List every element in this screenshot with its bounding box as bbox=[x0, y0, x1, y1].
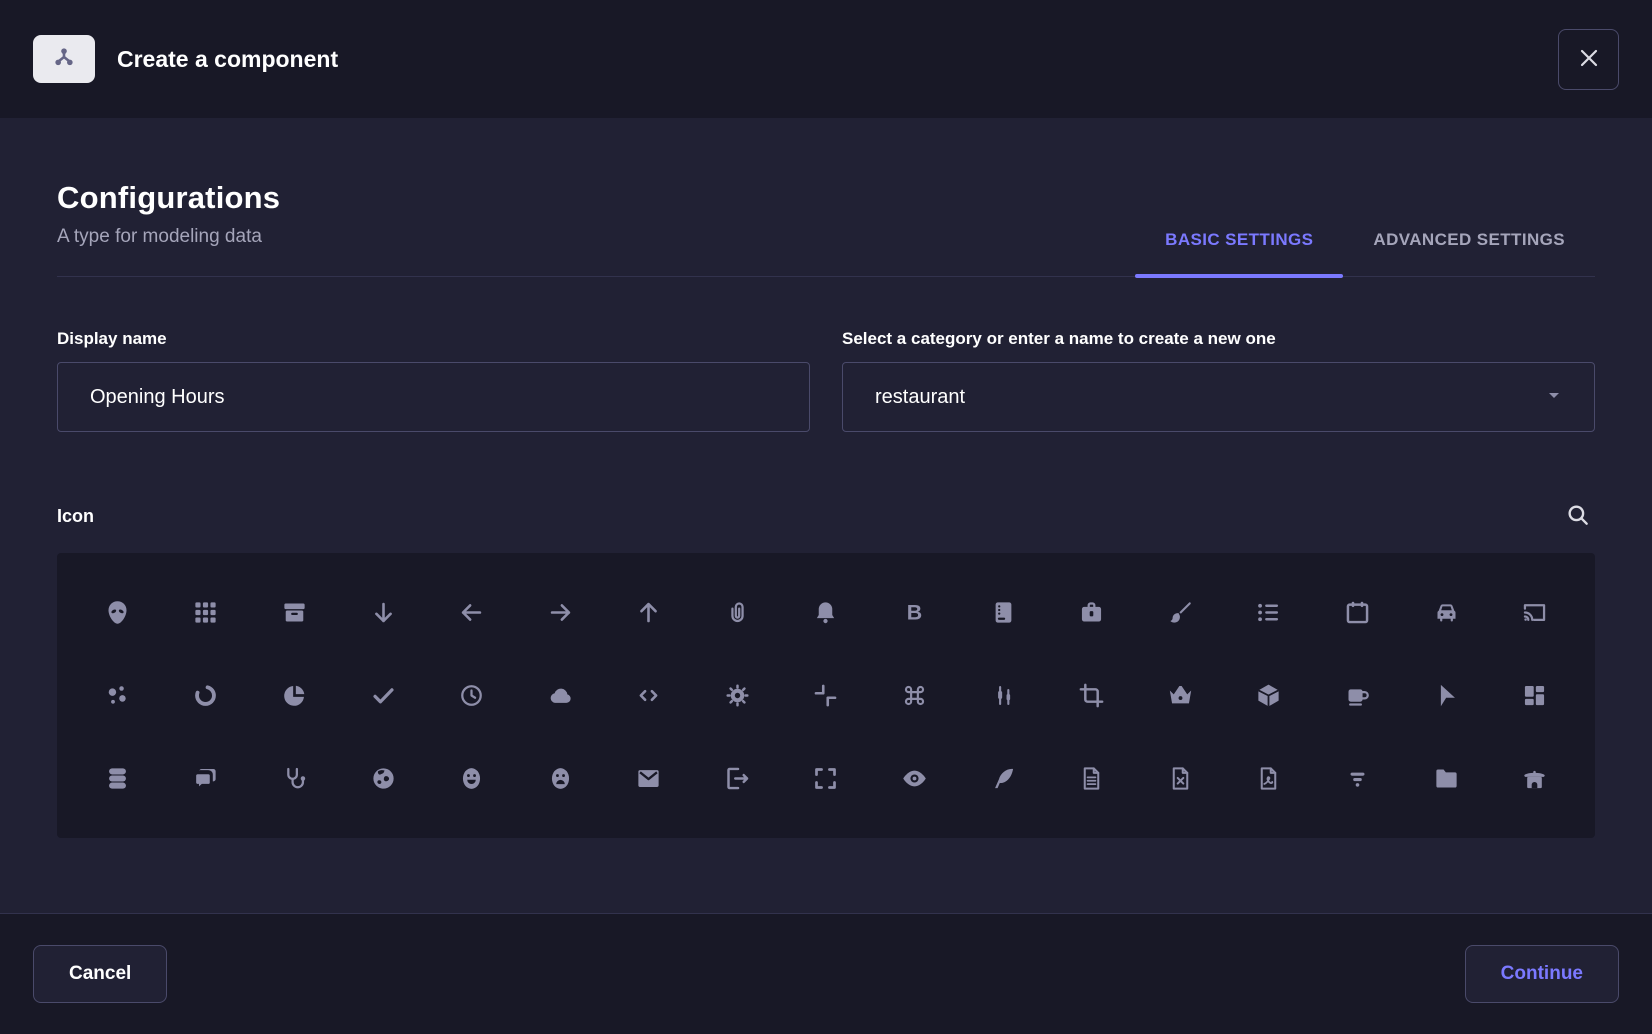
icon-section-label: Icon bbox=[57, 506, 94, 527]
category-select[interactable]: restaurant bbox=[842, 362, 1595, 432]
headings: Configurations A type for modeling data bbox=[57, 180, 280, 276]
icon-option-cube[interactable] bbox=[1225, 654, 1314, 737]
page-subtitle: A type for modeling data bbox=[57, 226, 280, 248]
continue-button[interactable]: Continue bbox=[1465, 945, 1619, 1003]
icon-option-earth[interactable] bbox=[339, 737, 428, 820]
component-badge bbox=[33, 35, 95, 83]
icon-option-cog[interactable] bbox=[693, 654, 782, 737]
icon-option-bell[interactable] bbox=[782, 571, 871, 654]
modal-body: Configurations A type for modeling data … bbox=[0, 118, 1652, 913]
icon-option-feather[interactable] bbox=[959, 737, 1048, 820]
title-and-tabs: Configurations A type for modeling data … bbox=[57, 180, 1595, 277]
icon-option-file-error[interactable] bbox=[1136, 737, 1225, 820]
icon-option-chart-bubble[interactable] bbox=[73, 654, 162, 737]
icon-option-cursor[interactable] bbox=[1402, 654, 1491, 737]
modal-header: Create a component bbox=[0, 0, 1652, 118]
display-name-input[interactable] bbox=[57, 362, 810, 432]
create-component-modal: Create a component Configurations A type… bbox=[0, 0, 1652, 1034]
icon-option-file[interactable] bbox=[1047, 737, 1136, 820]
icon-option-briefcase[interactable] bbox=[1047, 571, 1136, 654]
icon-option-cup[interactable] bbox=[1313, 654, 1402, 737]
icon-option-chart-circle[interactable] bbox=[162, 654, 251, 737]
icon-option-arrow-up[interactable] bbox=[605, 571, 694, 654]
close-button[interactable] bbox=[1558, 29, 1619, 90]
modal-title: Create a component bbox=[117, 46, 338, 73]
icon-option-crown[interactable] bbox=[1136, 654, 1225, 737]
icon-option-filter[interactable] bbox=[1313, 737, 1402, 820]
icon-option-envelope[interactable] bbox=[605, 737, 694, 820]
icon-option-file-pdf[interactable] bbox=[1225, 737, 1314, 820]
icon-option-eye[interactable] bbox=[870, 737, 959, 820]
display-name-label: Display name bbox=[57, 329, 810, 349]
icon-option-database[interactable] bbox=[73, 737, 162, 820]
icon-option-book[interactable] bbox=[959, 571, 1048, 654]
icon-option-exit[interactable] bbox=[693, 737, 782, 820]
svg-text:B: B bbox=[907, 600, 922, 624]
icon-grid: B bbox=[57, 553, 1595, 838]
icon-option-apps[interactable] bbox=[162, 571, 251, 654]
icon-option-expand[interactable] bbox=[782, 737, 871, 820]
display-name-field-group: Display name bbox=[57, 329, 810, 432]
icon-option-archive[interactable] bbox=[250, 571, 339, 654]
icon-option-emotion-unhappy[interactable] bbox=[516, 737, 605, 820]
icon-option-connector[interactable] bbox=[959, 654, 1048, 737]
tab-advanced-settings[interactable]: ADVANCED SETTINGS bbox=[1343, 230, 1595, 276]
icon-option-attachment[interactable] bbox=[693, 571, 782, 654]
icon-option-clock[interactable] bbox=[427, 654, 516, 737]
chevron-down-icon bbox=[1546, 386, 1562, 409]
category-field-group: Select a category or enter a name to cre… bbox=[842, 329, 1595, 432]
page-title: Configurations bbox=[57, 180, 280, 216]
form-row: Display name Select a category or enter … bbox=[57, 329, 1595, 432]
settings-tabs: BASIC SETTINGS ADVANCED SETTINGS bbox=[1135, 230, 1595, 276]
icon-option-bullet-list[interactable] bbox=[1225, 571, 1314, 654]
icon-option-dashboard[interactable] bbox=[1490, 654, 1579, 737]
icon-option-alien[interactable] bbox=[73, 571, 162, 654]
icon-option-check[interactable] bbox=[339, 654, 428, 737]
category-selected-value: restaurant bbox=[875, 386, 965, 409]
icon-option-arrow-down[interactable] bbox=[339, 571, 428, 654]
close-icon bbox=[1577, 46, 1601, 73]
icon-option-bold[interactable]: B bbox=[870, 571, 959, 654]
icon-option-doctor[interactable] bbox=[250, 737, 339, 820]
search-icon-button[interactable] bbox=[1561, 498, 1595, 535]
icon-option-crop[interactable] bbox=[1047, 654, 1136, 737]
icon-option-discuss[interactable] bbox=[162, 737, 251, 820]
icon-option-gate[interactable] bbox=[1490, 737, 1579, 820]
icon-option-collapse[interactable] bbox=[782, 654, 871, 737]
icon-option-arrow-right[interactable] bbox=[516, 571, 605, 654]
icon-option-code[interactable] bbox=[605, 654, 694, 737]
search-icon bbox=[1565, 502, 1591, 531]
tab-basic-settings[interactable]: BASIC SETTINGS bbox=[1135, 230, 1343, 276]
modal-footer: Cancel Continue bbox=[0, 913, 1652, 1034]
icon-option-brush[interactable] bbox=[1136, 571, 1225, 654]
icon-option-chart-pie[interactable] bbox=[250, 654, 339, 737]
icon-option-folder[interactable] bbox=[1402, 737, 1491, 820]
icon-option-cloud[interactable] bbox=[516, 654, 605, 737]
icon-section-header: Icon bbox=[57, 498, 1595, 535]
icon-option-cast[interactable] bbox=[1490, 571, 1579, 654]
icon-option-arrow-left[interactable] bbox=[427, 571, 516, 654]
icon-option-command[interactable] bbox=[870, 654, 959, 737]
cancel-button[interactable]: Cancel bbox=[33, 945, 167, 1003]
icon-option-calendar[interactable] bbox=[1313, 571, 1402, 654]
icon-option-car[interactable] bbox=[1402, 571, 1491, 654]
icon-option-emotion-happy[interactable] bbox=[427, 737, 516, 820]
category-label: Select a category or enter a name to cre… bbox=[842, 329, 1595, 349]
component-icon bbox=[50, 43, 78, 76]
